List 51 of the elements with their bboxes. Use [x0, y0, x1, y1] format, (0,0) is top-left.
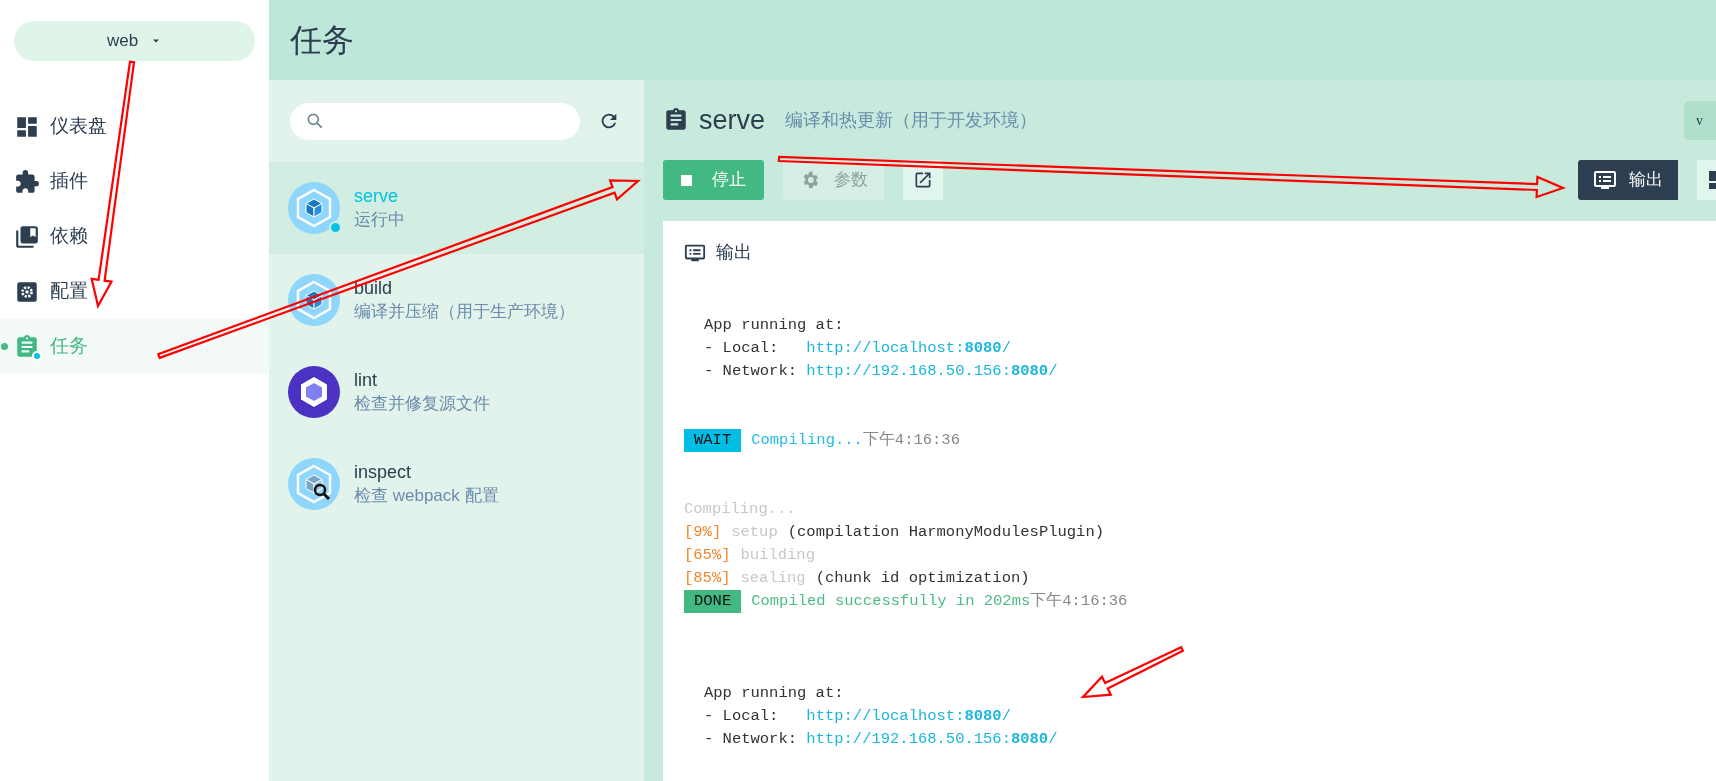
page-title: 任务	[290, 21, 354, 60]
console-text: [9%]	[684, 522, 722, 543]
book-icon	[14, 223, 40, 250]
task-description: 运行中	[354, 209, 405, 231]
clipboard-icon	[14, 333, 40, 360]
nav-item[interactable]: 依赖	[0, 209, 269, 264]
puzzle-icon	[14, 168, 40, 195]
console-text: - Local:	[704, 338, 780, 359]
clipboard-icon	[663, 107, 689, 133]
task-name: build	[354, 277, 394, 300]
corner-button[interactable]: v	[1684, 101, 1716, 140]
console-text: 下午4:16:36	[862, 430, 960, 451]
console-text: [65%]	[684, 545, 731, 566]
task-name: lint	[354, 369, 378, 392]
console-text: (compilation HarmonyModulesPlugin)	[787, 522, 1104, 543]
cube-search-icon	[288, 458, 340, 510]
task-description: 检查 webpack 配置	[354, 485, 499, 507]
status-badge: DONE	[684, 590, 742, 613]
console-text: 下午4:16:36	[1030, 591, 1128, 612]
cube-icon	[288, 274, 340, 326]
project-selector[interactable]: web	[14, 21, 255, 61]
console-text: App running at:	[704, 315, 844, 336]
search-icon	[305, 111, 325, 131]
console-text: - Network:	[704, 729, 798, 750]
console-text: Compiling...	[751, 430, 863, 451]
nav-item[interactable]: 插件	[0, 154, 269, 209]
nav-item[interactable]: 仪表盘	[0, 99, 269, 154]
console-text: - Network:	[704, 361, 798, 382]
task-title: serve	[699, 103, 766, 137]
nav-item[interactable]: 配置	[0, 264, 269, 319]
task-item[interactable]: inspect 检查 webpack 配置	[269, 438, 644, 530]
console-text: Compiled successfully in 202ms	[751, 591, 1031, 612]
task-description: 编译并压缩（用于生产环境）	[354, 301, 575, 323]
external-link-icon	[913, 170, 933, 190]
output-title: 输出	[716, 241, 752, 264]
monitor-icon	[1593, 168, 1617, 192]
task-name: serve	[354, 185, 399, 208]
search-field[interactable]	[290, 102, 580, 140]
task-name: inspect	[354, 461, 413, 484]
console-text: (chunk id optimization)	[815, 568, 1030, 589]
console-text: App running at:	[704, 683, 844, 704]
task-description: 检查并修复源文件	[354, 393, 490, 415]
cube-icon	[288, 182, 340, 234]
stop-icon	[681, 174, 692, 186]
console-text: - Local:	[704, 706, 780, 727]
view-tab[interactable]: 输出	[1578, 160, 1678, 200]
task-description: 编译和热更新（用于开发环境）	[785, 108, 1038, 132]
task-item[interactable]: build 编译并压缩（用于生产环境）	[269, 254, 644, 346]
status-badge: WAIT	[684, 429, 742, 452]
console-text: [85%]	[684, 568, 731, 589]
task-item[interactable]: lint 检查并修复源文件	[269, 346, 644, 438]
